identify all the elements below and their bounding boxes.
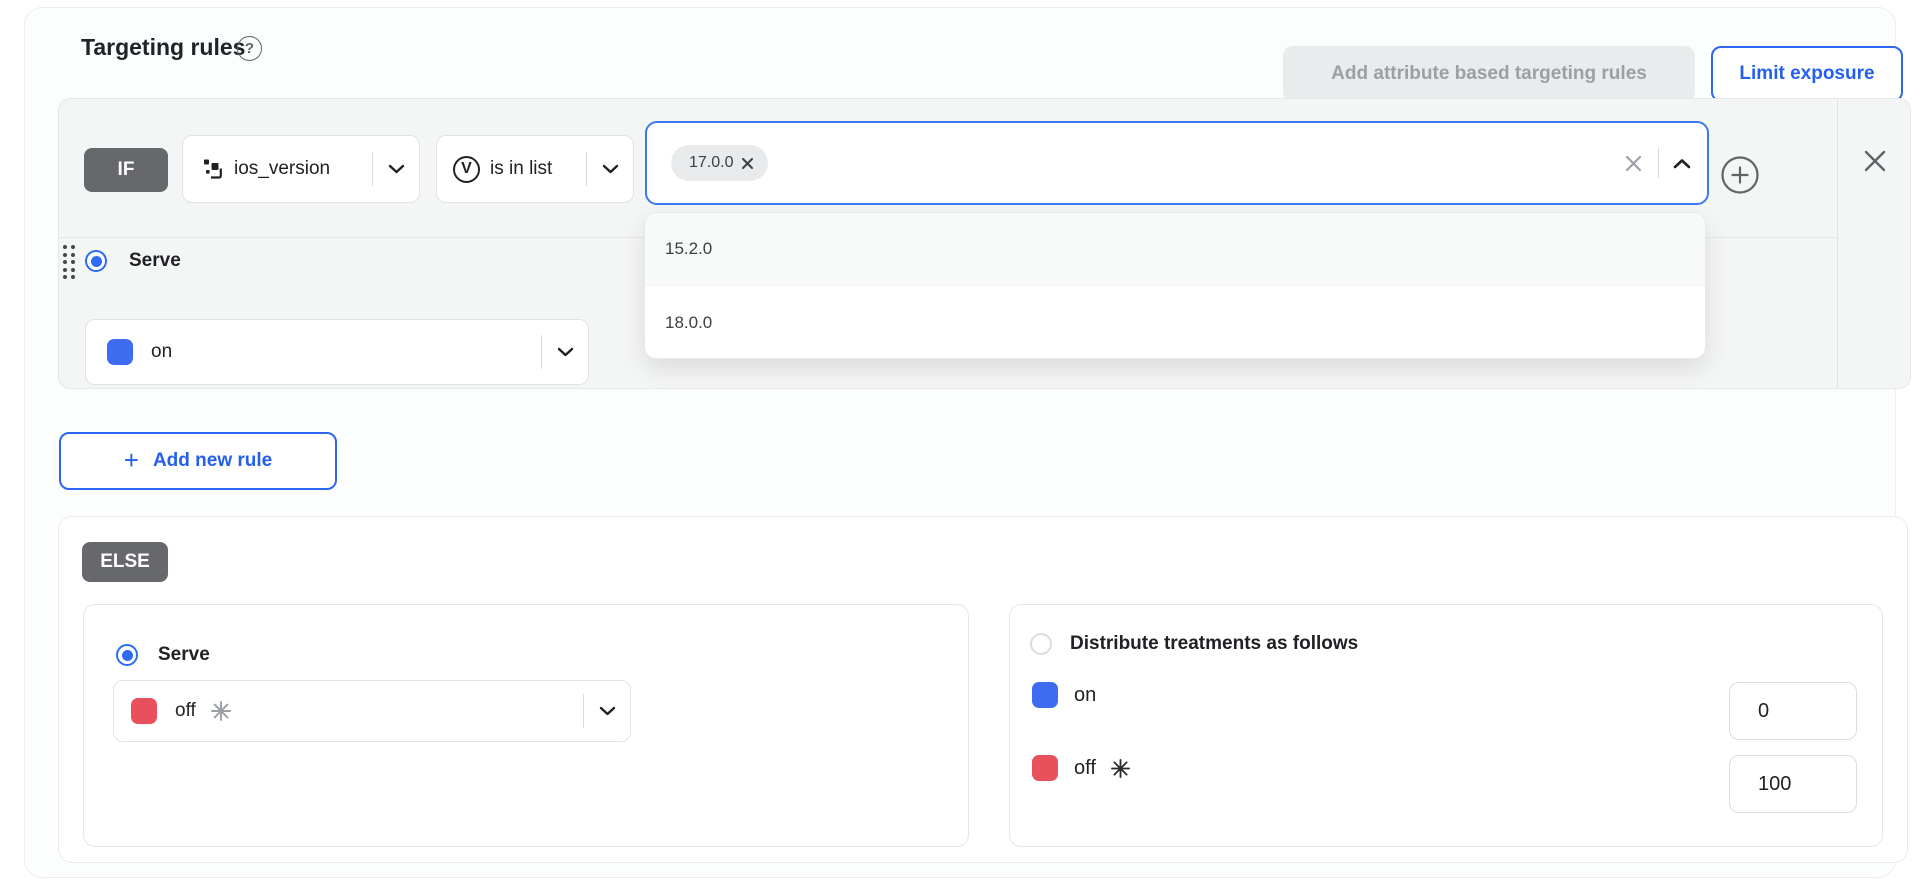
- percent-input-on[interactable]: [1729, 682, 1857, 740]
- default-serve-label: Serve: [158, 644, 210, 666]
- treatment-name: on: [151, 341, 172, 363]
- add-new-rule-label: Add new rule: [153, 450, 272, 472]
- rule-side-divider: [1837, 99, 1838, 388]
- limit-exposure-button[interactable]: Limit exposure: [1711, 46, 1903, 102]
- percent-input-off[interactable]: [1729, 755, 1857, 813]
- treatment-select-on[interactable]: on: [85, 319, 589, 385]
- chevron-down-icon[interactable]: [584, 706, 630, 716]
- chevron-down-icon[interactable]: [587, 164, 633, 174]
- treatment-name: on: [1074, 684, 1096, 707]
- dropdown-option[interactable]: 15.2.0: [645, 213, 1705, 286]
- treatment-select-off[interactable]: off: [113, 680, 631, 742]
- drag-handle[interactable]: [63, 245, 79, 281]
- treatment-name: off: [1074, 757, 1096, 780]
- value-chip-label: 17.0.0: [689, 154, 733, 172]
- distribute-label: Distribute treatments as follows: [1070, 633, 1358, 655]
- attribute-icon: [202, 158, 224, 180]
- treatment-color-swatch: [131, 698, 157, 724]
- matcher-select-value: is in list: [490, 158, 552, 180]
- remove-rule-icon[interactable]: [1859, 145, 1891, 177]
- chevron-down-icon[interactable]: [542, 347, 588, 357]
- treatment-name: off: [175, 700, 196, 722]
- default-treatment-icon: [1110, 758, 1131, 779]
- chevron-down-icon[interactable]: [373, 164, 419, 174]
- help-icon[interactable]: ?: [237, 36, 262, 61]
- attribute-select-value: ios_version: [234, 158, 330, 180]
- add-condition-icon[interactable]: [1720, 155, 1760, 195]
- treatment-color-swatch: [1032, 755, 1058, 781]
- add-attribute-rules-button[interactable]: Add attribute based targeting rules: [1283, 46, 1695, 102]
- if-badge: IF: [84, 148, 168, 192]
- distribute-row-on: on: [1032, 682, 1096, 708]
- chevron-up-icon[interactable]: [1673, 158, 1691, 169]
- serve-label: Serve: [129, 250, 181, 272]
- serve-radio[interactable]: [85, 250, 107, 272]
- attribute-select[interactable]: ios_version: [182, 135, 420, 203]
- dropdown-option[interactable]: 18.0.0: [645, 286, 1705, 359]
- values-input[interactable]: 17.0.0: [645, 121, 1709, 205]
- default-treatment-icon: [210, 700, 232, 722]
- targeting-rules-page: Targeting rules ? Add attribute based ta…: [0, 0, 1920, 890]
- value-chip: 17.0.0: [671, 145, 768, 181]
- page-title: Targeting rules: [81, 34, 245, 61]
- else-badge: ELSE: [82, 542, 168, 582]
- distribute-card: Distribute treatments as follows on off: [1009, 604, 1883, 847]
- clear-values-icon[interactable]: [1623, 153, 1644, 174]
- values-dropdown: 15.2.0 18.0.0: [644, 212, 1706, 359]
- distribute-radio[interactable]: [1030, 633, 1052, 655]
- treatment-color-swatch: [1032, 682, 1058, 708]
- treatment-color-swatch: [107, 339, 133, 365]
- matcher-select[interactable]: V is in list: [436, 135, 634, 203]
- distribute-row-off: off: [1032, 755, 1131, 781]
- default-serve-card: Serve off: [83, 604, 969, 847]
- default-serve-radio[interactable]: [116, 644, 138, 666]
- plus-icon: +: [124, 447, 139, 473]
- add-new-rule-button[interactable]: + Add new rule: [59, 432, 337, 490]
- input-divider: [1658, 148, 1659, 178]
- targeting-rules-panel: Targeting rules ? Add attribute based ta…: [24, 7, 1896, 878]
- version-circle-icon: V: [453, 156, 480, 183]
- chip-remove-icon[interactable]: [741, 157, 754, 170]
- default-rule-card: ELSE Serve off: [58, 516, 1908, 863]
